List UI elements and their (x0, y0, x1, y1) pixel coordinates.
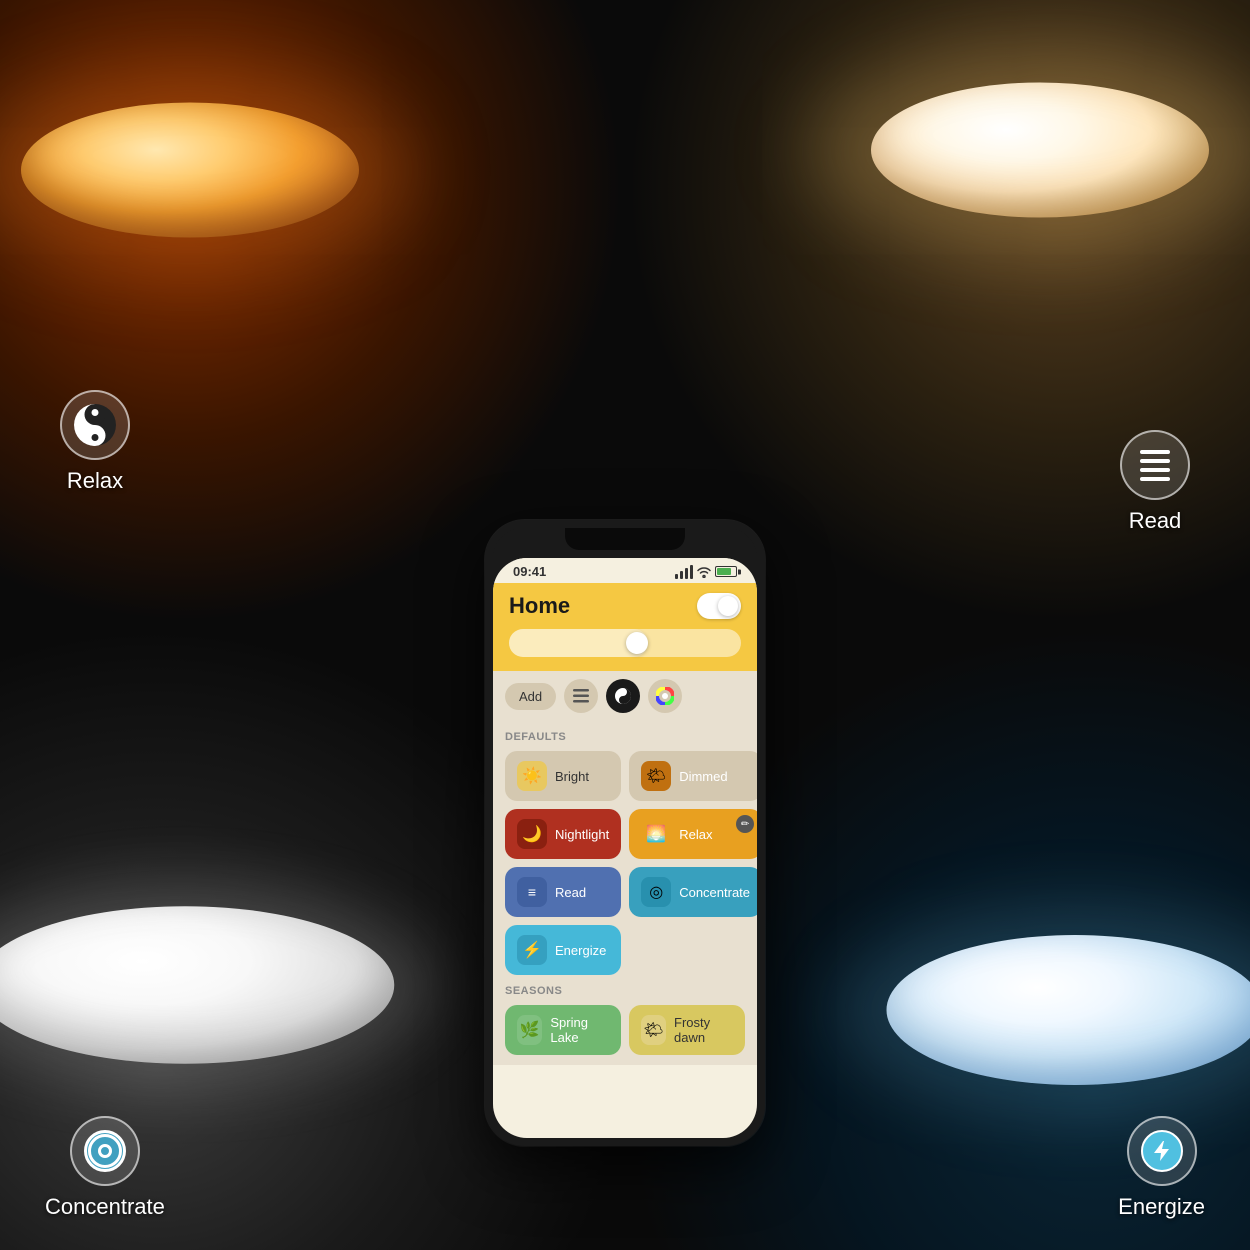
read-scene-name: Read (555, 885, 586, 900)
app-scenes: DEFAULTS ☀️ Bright 🌤 Dimmed (493, 721, 757, 1065)
lamp-read (910, 60, 1170, 240)
phone: 09:41 (485, 520, 765, 1146)
scene-energize[interactable]: ⚡ Energize (505, 925, 621, 975)
frostydawn-icon: 🌤 (641, 1015, 666, 1045)
scene-springlake[interactable]: 🌿 Spring Lake (505, 1005, 621, 1055)
lamp-read-shape (871, 83, 1209, 218)
read-label-text: Read (1129, 508, 1182, 534)
yin-yang-icon (614, 687, 632, 705)
edit-indicator (736, 815, 754, 833)
label-energize: Energize (1118, 1116, 1205, 1220)
battery-icon (715, 566, 737, 577)
concentrate-scene-icon: ◎ (641, 877, 671, 907)
read-line-2 (1140, 459, 1170, 463)
wifi-icon (697, 566, 711, 578)
scenes-grid: ☀️ Bright 🌤 Dimmed 🌙 Nightlight (505, 751, 745, 975)
app-toolbar: Add (493, 671, 757, 721)
phone-container: 09:41 (485, 520, 765, 1146)
concentrate-scene-name: Concentrate (679, 885, 750, 900)
signal-bar-4 (690, 565, 693, 579)
brightness-thumb (626, 632, 648, 654)
lamp-relax (60, 80, 320, 260)
app-header: Home (493, 583, 757, 671)
status-bar: 09:41 (493, 558, 757, 583)
springlake-name: Spring Lake (550, 1015, 609, 1045)
dimmed-name: Dimmed (679, 769, 727, 784)
app-title-row: Home (509, 593, 741, 619)
scene-bright[interactable]: ☀️ Bright (505, 751, 621, 801)
status-icons (675, 565, 737, 579)
nightlight-name: Nightlight (555, 827, 609, 842)
read-line-4 (1140, 477, 1170, 481)
relax-scene-icon: 🌅 (641, 819, 671, 849)
frostydawn-name: Frosty dawn (674, 1015, 733, 1045)
scene-view-button[interactable] (606, 679, 640, 713)
color-button[interactable] (648, 679, 682, 713)
energize-label-text: Energize (1118, 1194, 1205, 1220)
add-label: Add (519, 689, 542, 704)
energize-scene-icon: ⚡ (517, 935, 547, 965)
dimmed-icon: 🌤 (641, 761, 671, 791)
add-button[interactable]: Add (505, 683, 556, 710)
label-concentrate: Concentrate (45, 1116, 165, 1220)
list-icon (573, 689, 589, 703)
lamp-energize-shape (887, 935, 1250, 1085)
read-line-3 (1140, 468, 1170, 472)
read-line-1 (1140, 450, 1170, 454)
home-toggle[interactable] (697, 593, 741, 619)
label-read: Read (1120, 430, 1190, 534)
concentrate-icon-circle (70, 1116, 140, 1186)
phone-notch-area (493, 528, 757, 558)
app-title: Home (509, 593, 570, 619)
scene-concentrate[interactable]: ◎ Concentrate (629, 867, 757, 917)
battery-fill (717, 568, 731, 575)
read-scene-icon: ≡ (517, 877, 547, 907)
energize-icon-circle (1127, 1116, 1197, 1186)
lamp-concentrate-shape (0, 906, 394, 1064)
scene-dimmed[interactable]: 🌤 Dimmed (629, 751, 757, 801)
phone-screen: 09:41 (493, 558, 757, 1138)
bright-name: Bright (555, 769, 589, 784)
nightlight-icon: 🌙 (517, 819, 547, 849)
main-content: Relax Read Concentrate (0, 0, 1250, 1250)
signal-bar-2 (680, 571, 683, 579)
relax-label-text: Relax (67, 468, 123, 494)
scene-nightlight[interactable]: 🌙 Nightlight (505, 809, 621, 859)
concentrate-label-text: Concentrate (45, 1194, 165, 1220)
lamp-energize (930, 910, 1220, 1110)
relax-yin-yang (74, 404, 116, 446)
concentrate-inner-ring (98, 1144, 112, 1158)
defaults-section-title: DEFAULTS (505, 731, 745, 743)
seasons-section-title: SEASONS (505, 985, 745, 997)
scene-relax[interactable]: 🌅 Relax (629, 809, 757, 859)
bright-icon: ☀️ (517, 761, 547, 791)
color-wheel-icon (656, 687, 674, 705)
relax-icon-circle (60, 390, 130, 460)
phone-notch (565, 528, 685, 550)
scene-frostydawn[interactable]: 🌤 Frosty dawn (629, 1005, 745, 1055)
seasons-grid: 🌿 Spring Lake 🌤 Frosty dawn (505, 1005, 745, 1055)
energize-scene-name: Energize (555, 943, 606, 958)
read-lines-icon (1140, 450, 1170, 481)
springlake-icon: 🌿 (517, 1015, 542, 1045)
read-icon-circle (1120, 430, 1190, 500)
signal-bar-3 (685, 568, 688, 579)
relax-scene-name: Relax (679, 827, 712, 842)
brightness-slider[interactable] (509, 629, 741, 657)
energize-bolt-icon (1141, 1130, 1183, 1172)
signal-bar-1 (675, 574, 678, 579)
energize-svg (1150, 1139, 1174, 1163)
signal-bars (675, 565, 693, 579)
list-view-button[interactable] (564, 679, 598, 713)
concentrate-rings-icon (84, 1130, 126, 1172)
status-time: 09:41 (513, 564, 546, 579)
lamp-relax-shape (21, 103, 359, 238)
label-relax: Relax (60, 390, 130, 494)
scene-read[interactable]: ≡ Read (505, 867, 621, 917)
lamp-concentrate (30, 880, 340, 1090)
